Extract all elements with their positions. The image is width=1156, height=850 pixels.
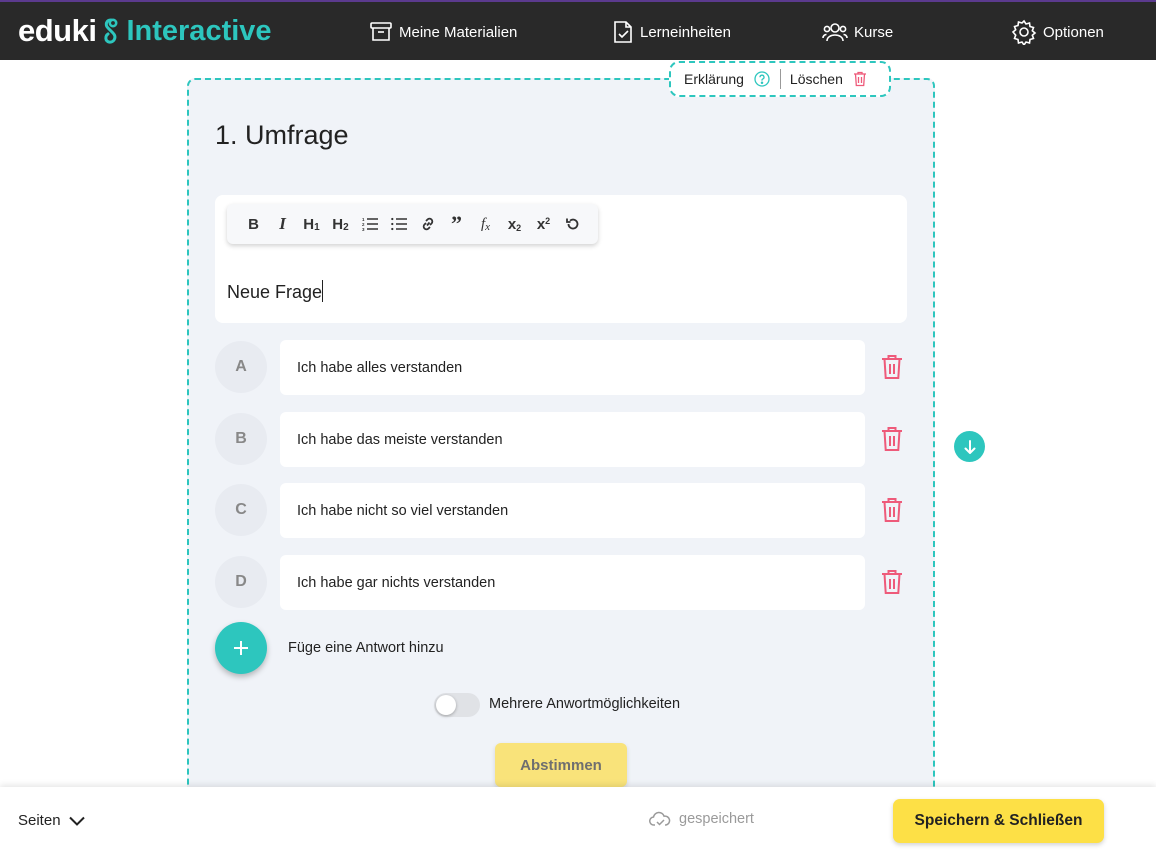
plus-icon [234, 641, 248, 655]
trash-icon[interactable] [881, 569, 903, 595]
question-text-field[interactable]: Neue Frage [227, 280, 324, 303]
save-and-close-button[interactable]: Speichern & Schließen [893, 799, 1104, 843]
heading-1-button[interactable]: H1 [297, 209, 326, 239]
ordered-list-button[interactable]: 123 [355, 209, 384, 239]
superscript-button[interactable]: x2 [529, 209, 558, 239]
divider [779, 69, 781, 89]
subscript-button[interactable]: x2 [500, 209, 529, 239]
trash-icon[interactable] [881, 426, 903, 452]
explanation-button[interactable]: Erklärung [684, 71, 770, 87]
cloud-check-icon [649, 811, 671, 826]
answer-row-a: A Ich habe alles verstanden [215, 340, 907, 395]
answer-letter-badge: A [215, 341, 267, 393]
nav-label: Optionen [1043, 23, 1104, 41]
archive-box-icon [370, 22, 392, 41]
undo-button[interactable] [558, 209, 587, 239]
svg-text:3: 3 [362, 227, 365, 231]
nav-optionen[interactable]: Optionen [1011, 18, 1104, 46]
save-status-label: gespeichert [679, 811, 754, 827]
undo-icon [565, 218, 578, 230]
nav-label: Lerneinheiten [640, 23, 731, 41]
answer-input[interactable]: Ich habe gar nichts verstanden [280, 555, 865, 610]
save-status: gespeichert [649, 811, 754, 827]
text-format-toolbar: B I H1 H2 123 ” fx x2 x2 [227, 204, 598, 244]
logo-mark-icon [104, 18, 118, 44]
document-check-icon [614, 21, 632, 43]
answer-letter-badge: D [215, 556, 267, 608]
delete-label: Löschen [789, 71, 843, 87]
formula-button[interactable]: fx [471, 209, 500, 239]
answer-input[interactable]: Ich habe nicht so viel verstanden [280, 483, 865, 538]
ordered-list-icon: 123 [362, 217, 378, 231]
nav-meine-materialien[interactable]: Meine Materialien [369, 18, 517, 46]
pages-dropdown[interactable]: Seiten [18, 812, 85, 829]
delete-survey-button[interactable]: Löschen [790, 71, 867, 87]
nav-label: Meine Materialien [399, 23, 518, 41]
add-answer-label[interactable]: Füge eine Antwort hinzu [288, 640, 444, 656]
answer-row-d: D Ich habe gar nichts verstanden [215, 555, 907, 610]
gear-icon [1011, 19, 1037, 45]
text-cursor [322, 280, 324, 302]
scroll-down-button[interactable] [954, 431, 985, 462]
multiple-answers-label: Mehrere Anwortmöglichkeiten [489, 696, 681, 712]
heading-2-button[interactable]: H2 [326, 209, 355, 239]
survey-title: 1. Umfrage [215, 120, 349, 150]
italic-button[interactable]: I [268, 209, 297, 239]
answer-row-b: B Ich habe das meiste verstanden [215, 412, 907, 467]
quote-button[interactable]: ” [442, 209, 471, 239]
nav-kurse[interactable]: Kurse [822, 18, 893, 46]
bold-button[interactable]: B [239, 209, 268, 239]
arrow-down-icon [964, 439, 975, 454]
eduki-interactive-logo[interactable]: eduki Interactive [18, 12, 272, 50]
link-icon [422, 217, 433, 231]
trash-icon[interactable] [881, 497, 903, 523]
nav-label: Kurse [854, 23, 894, 41]
help-circle-icon [754, 71, 770, 87]
answer-row-c: C Ich habe nicht so viel verstanden [215, 483, 907, 538]
logo-interactive-text: Interactive [126, 14, 272, 47]
add-answer-button[interactable] [215, 622, 267, 674]
users-icon [822, 23, 848, 42]
answer-letter-badge: B [215, 413, 267, 465]
answer-input[interactable]: Ich habe das meiste verstanden [280, 412, 865, 467]
multiple-answers-toggle[interactable] [434, 693, 480, 717]
card-action-bar: Erklärung Löschen [669, 61, 891, 97]
question-editor[interactable]: B I H1 H2 123 ” fx x2 x2 Neue Frage [215, 195, 907, 323]
explanation-label: Erklärung [684, 71, 744, 87]
trash-icon [853, 71, 866, 87]
link-button[interactable] [413, 209, 442, 239]
answer-letter-badge: C [215, 484, 267, 536]
toggle-knob [436, 695, 456, 715]
pages-label: Seiten [18, 812, 61, 829]
bullet-list-icon [390, 217, 407, 231]
vote-button[interactable]: Abstimmen [495, 743, 627, 787]
chevron-down-icon [68, 816, 85, 826]
bottom-bar: Seiten gespeichert Speichern & Schließen [0, 787, 1156, 850]
question-text: Neue Frage [227, 282, 323, 302]
nav-lerneinheiten[interactable]: Lerneinheiten [612, 18, 731, 46]
bullet-list-button[interactable] [384, 209, 413, 239]
answer-input[interactable]: Ich habe alles verstanden [280, 340, 865, 395]
top-navigation-bar: eduki Interactive Meine Materialien Lern… [0, 0, 1156, 60]
trash-icon[interactable] [881, 354, 903, 380]
logo-eduki-text: eduki [18, 13, 97, 48]
